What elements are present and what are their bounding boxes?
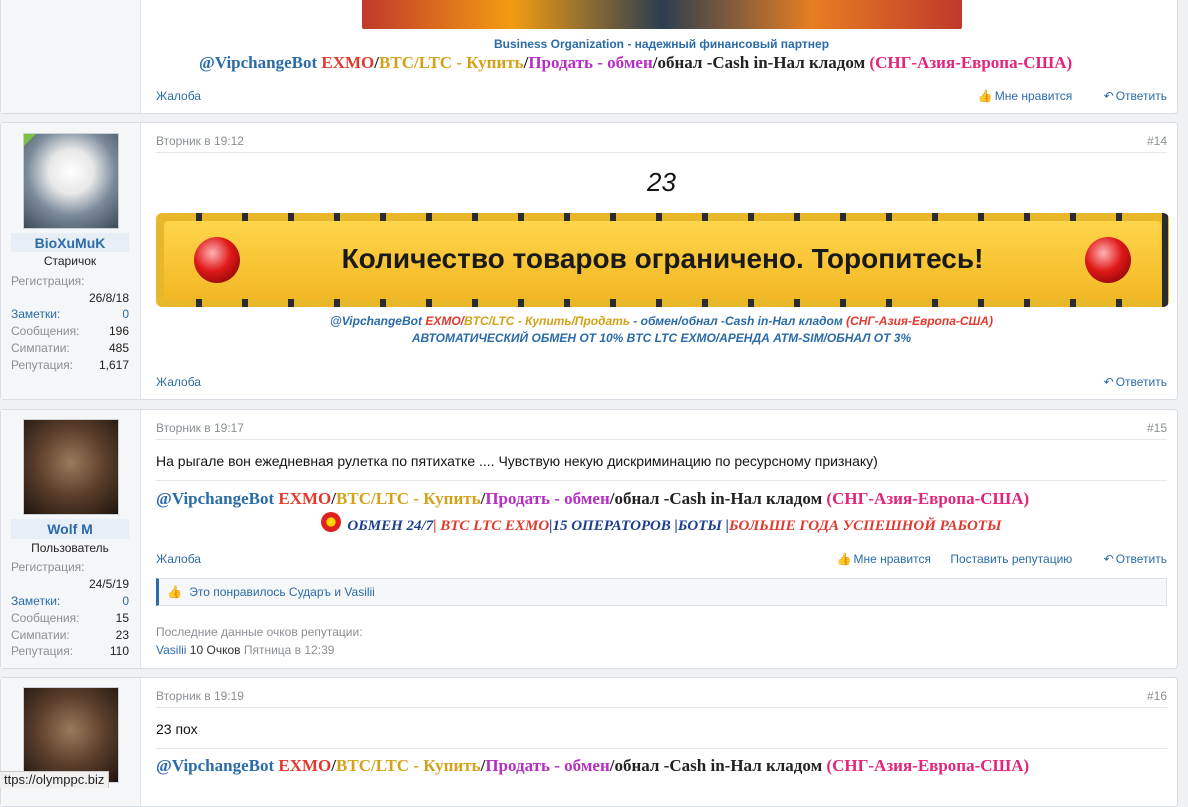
- divider: [156, 152, 1167, 153]
- post-body: 23: [647, 167, 676, 197]
- post-14: BioXuMuK Старичок Регистрация: 26/8/18 З…: [0, 122, 1178, 400]
- reg-label: Регистрация:: [11, 274, 85, 288]
- reply-button[interactable]: ↶ Ответить: [1090, 89, 1167, 103]
- like-button[interactable]: 👍 Мне нравится: [964, 89, 1073, 103]
- reputation-stat: Репутация: 1,617: [11, 358, 129, 372]
- messages-stat: Сообщения: 15: [11, 611, 129, 625]
- post-time[interactable]: Вторник в 19:17: [156, 421, 244, 435]
- signature: @VipchangeBot EXMO/BTC/LTC - Купить/Прод…: [156, 756, 1030, 775]
- post-actions: Жалоба ↶ Ответить: [156, 375, 1167, 389]
- divider: [156, 707, 1167, 708]
- reply-button[interactable]: ↶ Ответить: [1090, 552, 1167, 566]
- reply-icon: ↶: [1103, 552, 1114, 566]
- avatar[interactable]: [23, 133, 119, 229]
- bot-link[interactable]: @VipchangeBot: [156, 489, 274, 508]
- user-column: BioXuMuK Старичок Регистрация: 26/8/18 З…: [1, 123, 141, 399]
- divider: [156, 748, 1167, 749]
- promo-banner: Количество товаров ограничено. Торопитес…: [156, 213, 1169, 307]
- bot-link[interactable]: @VipchangeBot: [330, 314, 422, 328]
- divider: [156, 480, 1167, 481]
- reply-button[interactable]: ↶ Ответить: [1090, 375, 1167, 389]
- notes-stat[interactable]: Заметки: 0: [11, 307, 129, 321]
- user-column: Wolf M Пользователь Регистрация: 24/5/19…: [1, 410, 141, 668]
- report-link[interactable]: Жалоба: [156, 89, 201, 103]
- user-title: Пользователь: [11, 539, 129, 557]
- post-number[interactable]: #14: [1147, 134, 1167, 148]
- post-time[interactable]: Вторник в 19:12: [156, 134, 244, 148]
- divider: [156, 439, 1167, 440]
- notes-stat[interactable]: Заметки: 0: [11, 594, 129, 608]
- banner-image: [362, 0, 962, 29]
- post-13: Business Organization - надежный финансо…: [0, 0, 1178, 114]
- reputation-button[interactable]: Поставить репутацию: [950, 552, 1072, 566]
- bot-link[interactable]: @VipchangeBot: [199, 53, 317, 72]
- reg-date: 26/8/18: [88, 291, 129, 305]
- reputation-entry: Vasilii 10 Очков Пятница в 12:39: [156, 643, 335, 657]
- signature-line-2: АВТОМАТИЧЕСКИЙ ОБМЕН ОТ 10% BTC LTC EXMO…: [411, 331, 912, 345]
- username[interactable]: Wolf M: [11, 519, 129, 539]
- post-actions: Жалоба 👍 Мне нравится ↶ Ответить: [156, 89, 1167, 103]
- post-16: Вторник в 19:19 #16 23 пох @VipchangeBot…: [0, 677, 1178, 807]
- avatar[interactable]: [23, 419, 119, 515]
- post-15: Wolf M Пользователь Регистрация: 24/5/19…: [0, 409, 1178, 669]
- banner-text: Количество товаров ограничено. Торопитес…: [341, 243, 984, 274]
- banner-caption: Business Organization - надежный финансо…: [493, 37, 830, 51]
- signature: @VipchangeBot EXMO/BTC/LTC - Купить/Прод…: [156, 489, 1030, 508]
- star-icon: [321, 512, 342, 532]
- signature-line-2: ОБМЕН 24/7| BTC LTC EXMO|15 ОПЕРАТОРОВ |…: [156, 512, 1167, 535]
- likes-stat: Симпатии: 485: [11, 341, 129, 355]
- red-light-icon: [1085, 237, 1131, 283]
- user-title: Старичок: [11, 252, 129, 270]
- reply-icon: ↶: [1103, 89, 1114, 103]
- post-time[interactable]: Вторник в 19:19: [156, 689, 244, 703]
- online-indicator: [24, 134, 36, 146]
- reputation-heading: Последние данные очков репутации:: [156, 625, 363, 639]
- username[interactable]: BioXuMuK: [11, 233, 129, 253]
- red-light-icon: [194, 237, 240, 283]
- thumbs-up-icon: 👍: [977, 89, 993, 103]
- post-body: 23 пох: [156, 721, 198, 737]
- thumbs-up-icon: 👍: [836, 552, 852, 566]
- user-column: [1, 0, 141, 113]
- post-number[interactable]: #16: [1147, 689, 1167, 703]
- report-link[interactable]: Жалоба: [156, 552, 201, 566]
- post-body: На рыгале вон ежедневная рулетка по пяти…: [156, 453, 878, 469]
- thumbs-up-icon: 👍: [167, 585, 182, 599]
- signature: @VipchangeBot EXMO/BTC/LTC - Купить/Прод…: [199, 53, 1073, 72]
- signature: @VipchangeBot EXMO/BTC/LTC - Купить/Прод…: [330, 314, 993, 328]
- status-bar-url: ttps://olympрс.biz: [0, 771, 110, 788]
- reply-icon: ↶: [1103, 375, 1114, 389]
- like-button[interactable]: 👍 Мне нравится: [823, 552, 932, 566]
- likes-stat: Симпатии: 23: [11, 628, 129, 642]
- avatar[interactable]: [23, 687, 119, 783]
- bot-link[interactable]: @VipchangeBot: [156, 756, 274, 775]
- reg-label: Регистрация:: [11, 560, 85, 574]
- likes-summary: 👍 Это понравилось Сударъ и Vasilii: [156, 578, 1167, 606]
- post-actions: Жалоба 👍 Мне нравится Поставить репутацию…: [156, 552, 1167, 566]
- report-link[interactable]: Жалоба: [156, 375, 201, 389]
- reputation-stat: Репутация: 110: [11, 644, 129, 658]
- messages-stat: Сообщения: 196: [11, 324, 129, 338]
- post-number[interactable]: #15: [1147, 421, 1167, 435]
- reg-date: 24/5/19: [88, 577, 129, 591]
